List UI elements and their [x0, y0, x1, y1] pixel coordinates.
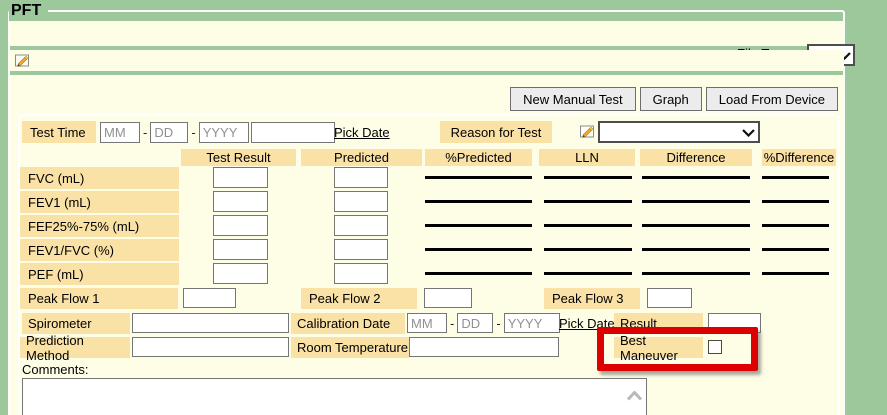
column-header-predicted: Predicted: [301, 149, 422, 166]
percent-predicted-placeholder-line: [425, 248, 532, 251]
toolbar: New Manual Test Graph Load From Device: [18, 87, 838, 111]
chevron-down-icon: [742, 125, 755, 140]
column-header-percent-difference: %Difference: [762, 149, 836, 166]
percent-difference-placeholder-line: [762, 200, 829, 203]
calibration-date-label: Calibration Date: [291, 313, 405, 334]
date-separator: -: [450, 316, 454, 331]
column-header-difference: Difference: [640, 149, 752, 166]
test-date-group: - -: [100, 122, 335, 143]
room-temperature-input[interactable]: [409, 337, 559, 357]
date-separator: -: [496, 316, 500, 331]
edit-pencil-icon[interactable]: [14, 52, 30, 71]
lln-placeholder-line: [544, 272, 632, 275]
test-month-input[interactable]: [100, 122, 140, 143]
difference-placeholder-line: [642, 272, 750, 275]
difference-placeholder-line: [642, 248, 750, 251]
peak-flow-3-label: Peak Flow 3: [544, 288, 640, 309]
predicted-input[interactable]: [334, 167, 388, 188]
test-day-input[interactable]: [150, 122, 188, 143]
percent-difference-placeholder-line: [762, 272, 829, 275]
test-year-input[interactable]: [199, 122, 249, 143]
percent-predicted-placeholder-line: [425, 200, 532, 203]
percent-difference-placeholder-line: [762, 176, 829, 179]
table-row-pef: PEF (mL): [20, 263, 840, 285]
annotation-highlight-box: [597, 327, 758, 371]
difference-placeholder-line: [642, 176, 750, 179]
column-header-percent-predicted: %Predicted: [425, 149, 532, 166]
peak-flow-row: Peak Flow 1 Peak Flow 2 Peak Flow 3: [20, 288, 840, 309]
file-type-row: File Type: OMI: [10, 21, 844, 46]
peak-flow-1-input[interactable]: [183, 288, 236, 308]
page-title: PFT: [9, 0, 48, 21]
peak-flow-3-input[interactable]: [647, 288, 692, 308]
predicted-input[interactable]: [334, 215, 388, 236]
column-header-lln: LLN: [539, 149, 635, 166]
lln-placeholder-line: [544, 224, 632, 227]
date-separator: -: [143, 125, 147, 140]
calibration-date-group: - -: [407, 313, 560, 333]
spirometer-label: Spirometer: [22, 313, 130, 334]
graph-button[interactable]: Graph: [640, 87, 702, 111]
lln-placeholder-line: [544, 248, 632, 251]
table-row-fev1: FEV1 (mL): [20, 191, 840, 213]
room-temperature-label: Room Temperature: [291, 337, 409, 358]
peak-flow-1-label: Peak Flow 1: [20, 288, 178, 309]
table-row-fev1-fvc: FEV1/FVC (%): [20, 239, 840, 261]
lln-placeholder-line: [544, 200, 632, 203]
peak-flow-2-input[interactable]: [424, 288, 472, 308]
new-manual-test-button[interactable]: New Manual Test: [510, 87, 635, 111]
reason-for-test-label: Reason for Test: [440, 121, 552, 143]
percent-difference-placeholder-line: [762, 224, 829, 227]
percent-predicted-placeholder-line: [425, 176, 532, 179]
spirometer-input[interactable]: [132, 313, 289, 333]
row-label: FEF25%-75% (mL): [20, 215, 179, 237]
difference-placeholder-line: [642, 200, 750, 203]
predicted-input[interactable]: [334, 239, 388, 260]
predicted-input[interactable]: [334, 263, 388, 284]
test-time-label: Test Time: [22, 121, 96, 143]
row-label: FEV1 (mL): [20, 191, 179, 213]
prediction-method-input[interactable]: [132, 337, 289, 357]
calibration-year-input[interactable]: [504, 313, 560, 333]
reason-edit-pencil-icon[interactable]: [579, 123, 595, 142]
comments-label: Comments:: [22, 362, 88, 377]
pft-screen: PFT File Type: OMI New Manual Test Graph…: [0, 0, 887, 415]
table-row-fef: FEF25%-75% (mL): [20, 215, 840, 237]
test-result-input[interactable]: [213, 215, 268, 236]
row-label: PEF (mL): [20, 263, 179, 285]
pick-date-link[interactable]: Pick Date: [334, 125, 390, 140]
difference-placeholder-line: [642, 224, 750, 227]
calibration-month-input[interactable]: [407, 313, 447, 333]
load-from-device-button[interactable]: Load From Device: [706, 87, 838, 111]
comments-textarea[interactable]: [22, 378, 647, 415]
reason-for-test-select[interactable]: [598, 121, 760, 143]
predicted-input[interactable]: [334, 191, 388, 212]
test-time-input[interactable]: [251, 122, 335, 143]
scrollbar-up-arrow-icon[interactable]: [626, 389, 643, 404]
column-header-test-result: Test Result: [181, 149, 296, 166]
percent-difference-placeholder-line: [762, 248, 829, 251]
lln-placeholder-line: [544, 176, 632, 179]
prediction-method-label: Prediction Method: [20, 337, 130, 358]
row-label: FEV1/FVC (%): [20, 239, 179, 261]
percent-predicted-placeholder-line: [425, 224, 532, 227]
test-result-input[interactable]: [213, 167, 268, 188]
date-separator: -: [191, 125, 195, 140]
table-row-fvc: FVC (mL): [20, 167, 840, 189]
row-label: FVC (mL): [20, 167, 179, 189]
test-result-input[interactable]: [213, 191, 268, 212]
edit-row: [10, 50, 844, 71]
test-result-input[interactable]: [213, 239, 268, 260]
peak-flow-2-label: Peak Flow 2: [301, 288, 417, 309]
test-result-input[interactable]: [213, 263, 268, 284]
calibration-day-input[interactable]: [457, 313, 493, 333]
percent-predicted-placeholder-line: [425, 272, 532, 275]
